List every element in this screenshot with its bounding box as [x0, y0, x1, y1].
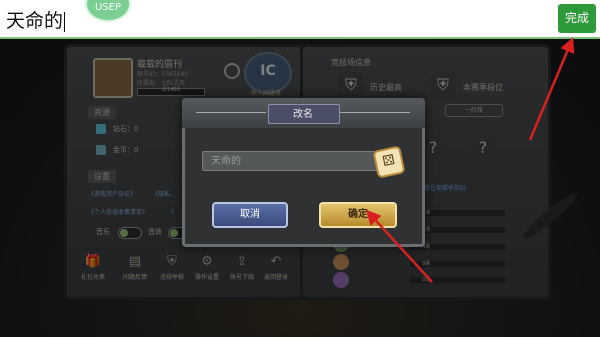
confirm-button[interactable]: 确定 — [319, 202, 397, 228]
dialog-header: 改名 — [182, 98, 425, 128]
ime-typed-text[interactable]: 天命的 — [6, 6, 66, 33]
rename-dialog: 改名 天命的 ⚄ 取消 确定 — [182, 98, 425, 247]
ime-text: 天命的 — [6, 10, 64, 32]
name-input[interactable]: 天命的 — [202, 151, 382, 171]
ime-input-bar: 天命的 USEP 完成 — [0, 0, 600, 39]
ornament-right — [340, 112, 410, 113]
ime-done-button[interactable]: 完成 — [558, 4, 596, 33]
ornament-left — [196, 112, 266, 113]
dialog-title: 改名 — [293, 109, 313, 120]
floating-badge[interactable]: USEP — [85, 0, 131, 22]
cancel-button[interactable]: 取消 — [212, 202, 288, 228]
dice-random-name-icon[interactable]: ⚄ — [372, 145, 406, 179]
text-cursor — [64, 11, 66, 32]
